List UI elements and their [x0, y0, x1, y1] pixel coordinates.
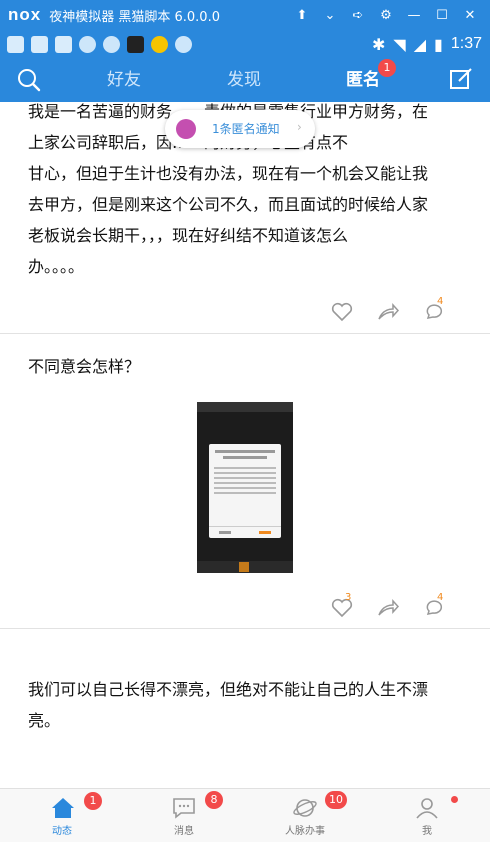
divider — [0, 333, 490, 334]
tab-feed-badge: 1 — [84, 792, 102, 810]
tab-network[interactable]: 人脉办事 10 — [265, 789, 347, 843]
chevron-right-icon: › — [297, 120, 302, 134]
post-3-text[interactable]: 我们可以自己长得不漂亮，但绝对不能让自己的人生不漂 亮。 — [28, 674, 470, 736]
notification-icon — [176, 119, 196, 139]
toast-text: 1条匿名通知 — [212, 122, 280, 136]
notification-app-icon — [79, 35, 96, 53]
tab-feed[interactable]: 动态 1 — [22, 789, 102, 843]
person-icon — [416, 798, 438, 819]
emulator-title-bar: nox 夜神模拟器 黑猫脚本 6.0.0.0 ⬆ ⌄ ➪ ⚙ — ☐ ✕ — [0, 0, 490, 30]
tab-network-label: 人脉办事 — [285, 826, 325, 837]
tab-me[interactable]: 我 — [387, 789, 467, 843]
app-nav-bar: 好友 发现 匿名 — [0, 58, 490, 102]
tab-discover[interactable]: 发现 — [227, 58, 261, 102]
post-2-like-count: 3 — [345, 592, 352, 603]
pin-icon[interactable]: ⬆ — [288, 8, 316, 23]
notification-app-icon — [7, 35, 24, 53]
tab-anonymous[interactable]: 匿名 — [346, 58, 380, 102]
tab-network-badge: 10 — [325, 791, 347, 809]
status-time: 1:37 — [450, 35, 482, 52]
tab-messages-label: 消息 — [174, 826, 194, 837]
post-2-image[interactable] — [197, 402, 293, 573]
notification-app-icon — [151, 35, 168, 53]
chevron-down-icon[interactable]: ⌄ — [316, 8, 344, 23]
bluetooth-icon: ✱ — [372, 34, 386, 54]
message-icon — [173, 798, 195, 819]
share-icon[interactable] — [377, 597, 399, 619]
emulator-title: 夜神模拟器 黑猫脚本 6.0.0.0 — [49, 9, 220, 25]
home-icon — [52, 798, 74, 818]
feed-list[interactable]: 我是一名苦逼的财务……青做的是零售行业甲方财务，在 上家公司辞职后，因……的财务… — [0, 102, 490, 788]
post-2-text[interactable]: 不同意会怎样？ — [28, 351, 470, 382]
planet-icon — [293, 799, 317, 817]
wifi-icon: ◥ — [393, 34, 406, 54]
notification-app-icon — [175, 35, 192, 53]
divider — [0, 628, 490, 629]
bottom-tab-bar: 动态 1 消息 8 人脉办事 10 我 — [0, 788, 490, 842]
share-icon[interactable] — [377, 301, 399, 323]
maximize-button[interactable]: ☐ — [428, 8, 456, 23]
post-1-comment-count: 4 — [437, 296, 444, 307]
tab-friends[interactable]: 好友 — [107, 58, 141, 102]
battery-icon: ▮ — [434, 34, 443, 54]
notification-app-icon — [55, 35, 72, 53]
compose-icon[interactable] — [450, 68, 472, 90]
signal-icon: ◢ — [413, 34, 427, 54]
search-icon[interactable] — [17, 68, 41, 92]
notification-app-icon — [31, 35, 48, 53]
nox-logo: nox — [8, 5, 42, 24]
minimize-button[interactable]: — — [400, 8, 428, 23]
arrow-icon[interactable]: ➪ — [344, 8, 372, 23]
close-button[interactable]: ✕ — [456, 8, 484, 23]
notification-app-icon — [103, 35, 120, 53]
tab-feed-label: 动态 — [52, 826, 72, 837]
notification-app-icon — [127, 35, 144, 53]
android-status-bar: ✱ ◥ ◢ ▮ 1:37 — [0, 30, 490, 58]
tab-messages[interactable]: 消息 8 — [144, 789, 224, 843]
like-icon[interactable] — [331, 301, 353, 323]
gear-icon[interactable]: ⚙ — [372, 8, 400, 23]
tab-me-label: 我 — [422, 826, 432, 837]
anonymous-badge: 1 — [378, 59, 396, 77]
tab-me-dot — [451, 796, 458, 803]
tab-messages-badge: 8 — [205, 791, 223, 809]
post-2-comment-count: 4 — [437, 592, 444, 603]
anonymous-notification-toast[interactable]: 1条匿名通知 › — [165, 110, 315, 148]
